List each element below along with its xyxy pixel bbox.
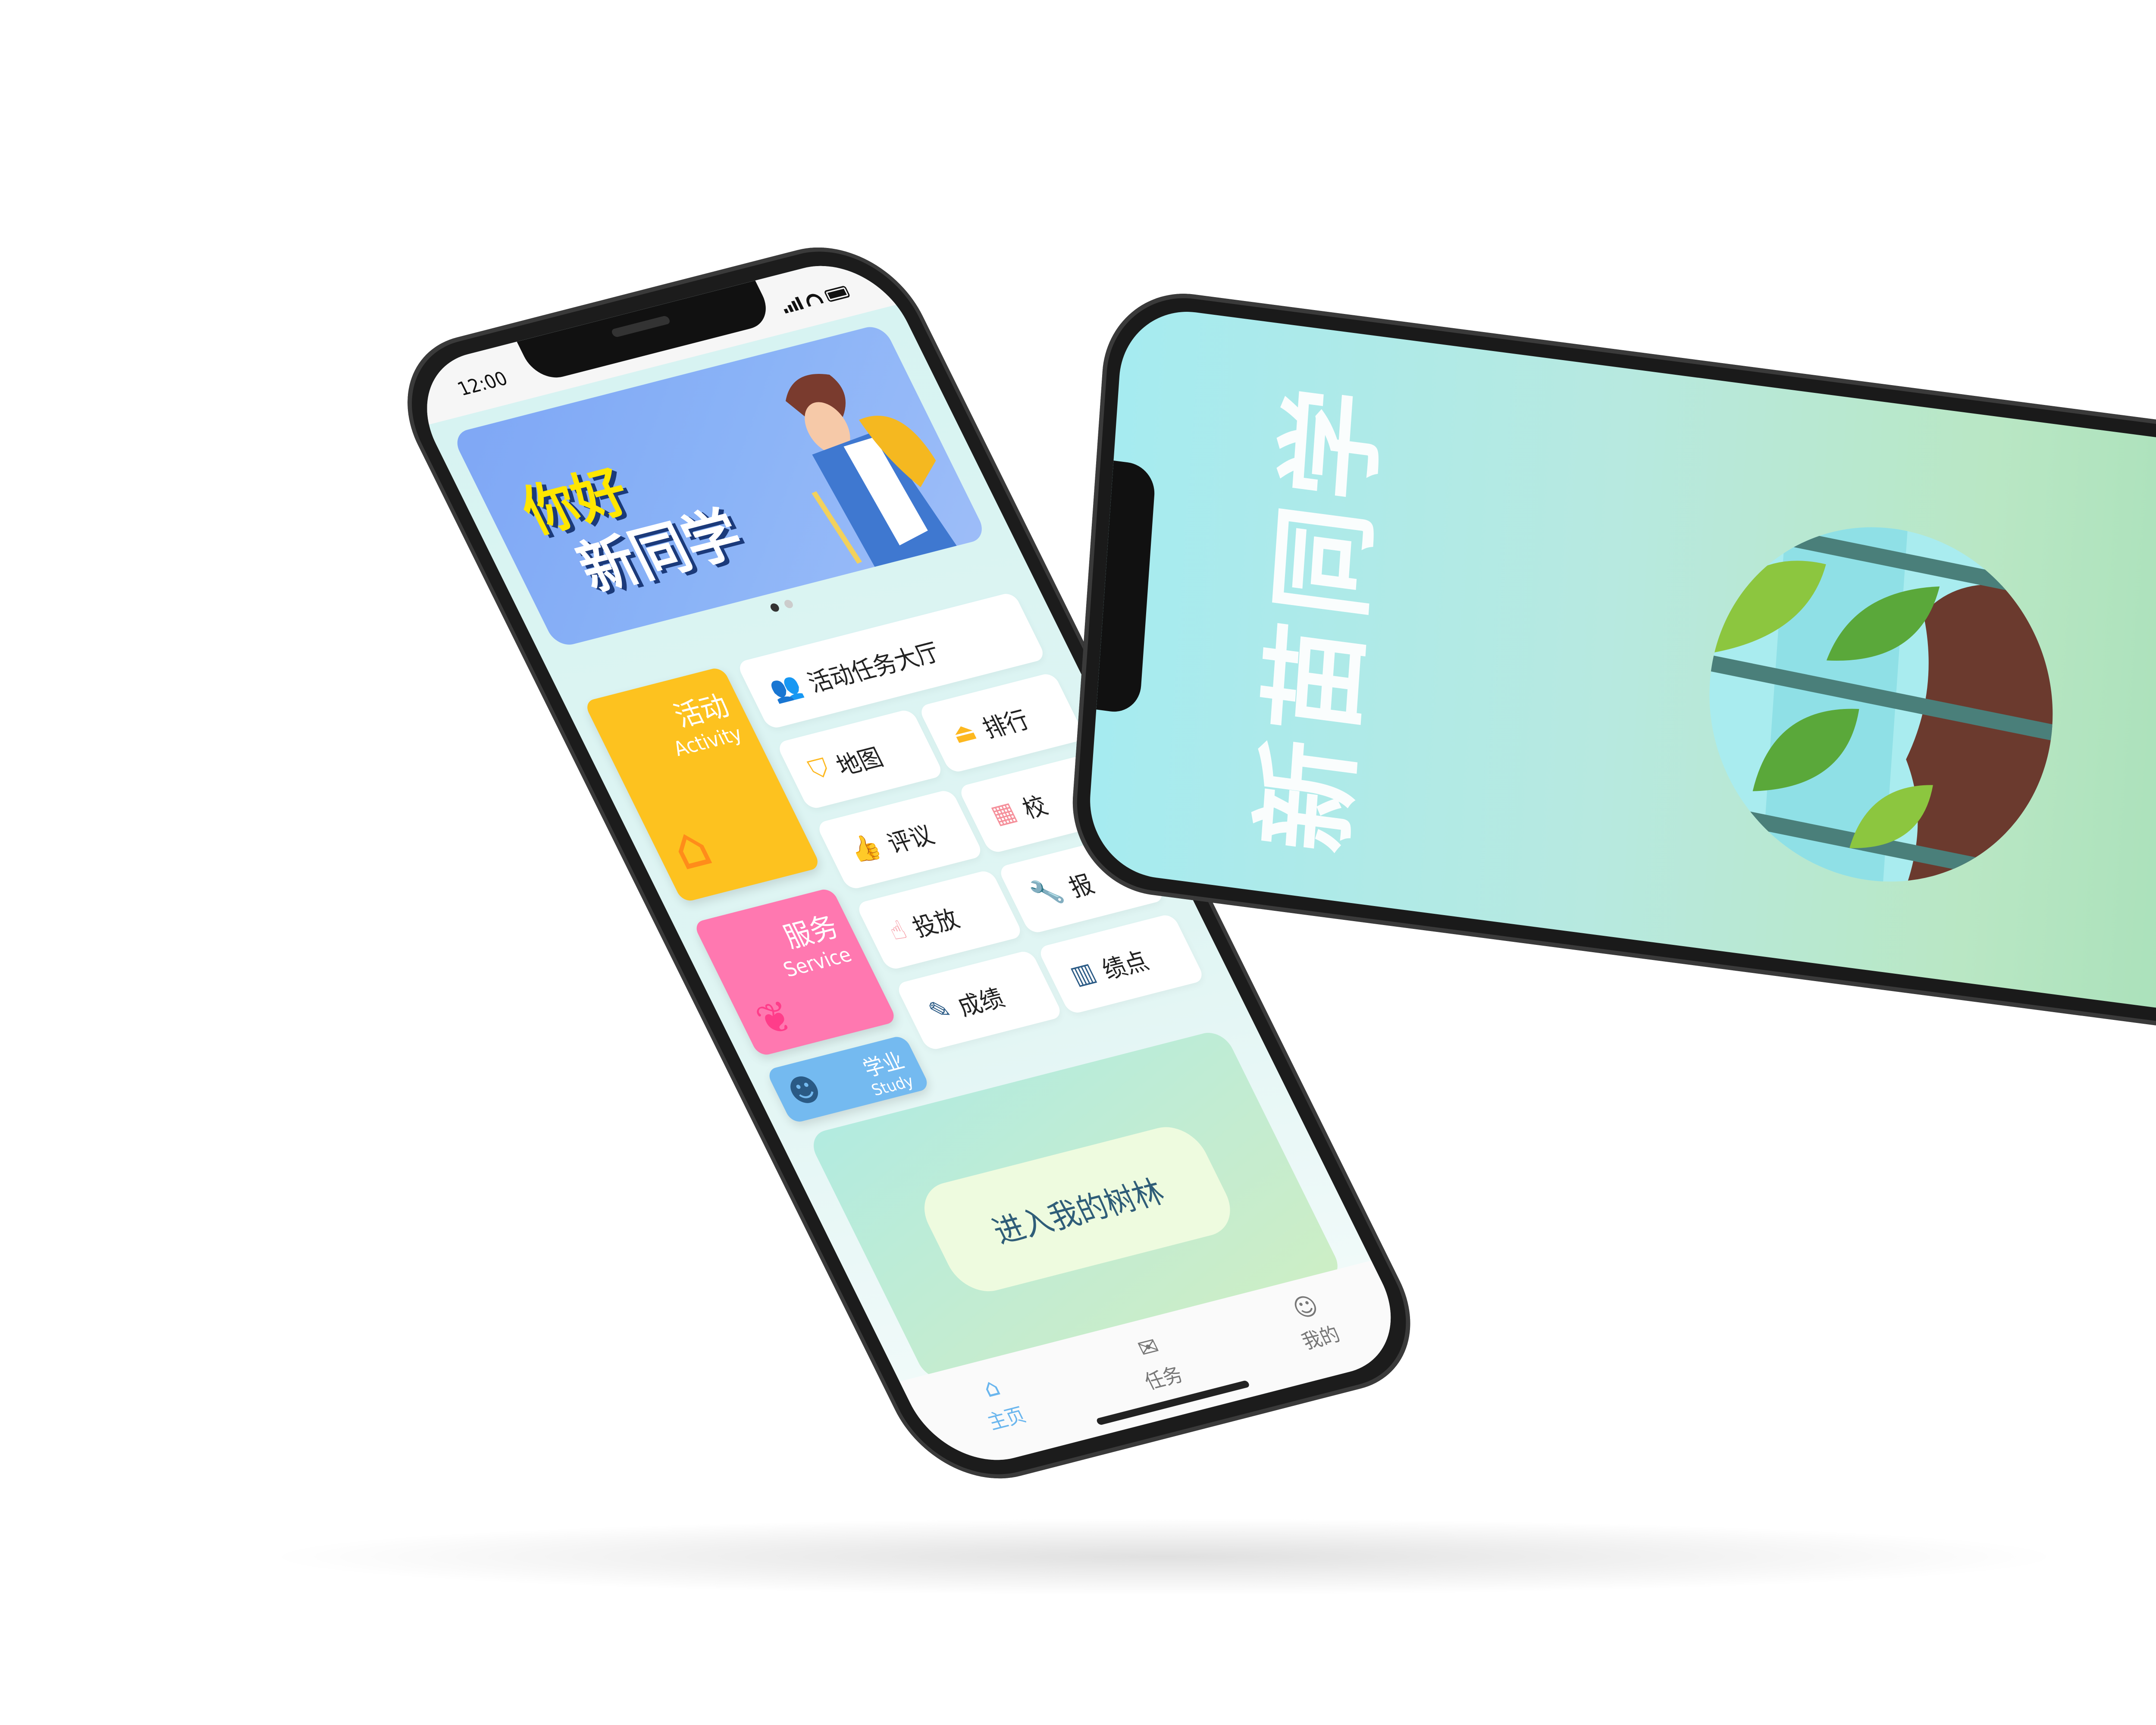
enter-forest-button[interactable]: 进入我的树林 bbox=[912, 1120, 1243, 1298]
wifi-icon bbox=[803, 292, 824, 307]
nav-label: 我的 bbox=[1297, 1322, 1344, 1354]
battery-icon bbox=[823, 285, 851, 302]
item-map[interactable]: ⛉ 地图 bbox=[776, 708, 945, 810]
student-illustration bbox=[785, 374, 957, 567]
nav-home[interactable]: ⌂ 主页 bbox=[967, 1370, 1042, 1459]
item-label: 投放 bbox=[908, 904, 964, 943]
mail-icon: ✉ bbox=[1133, 1332, 1165, 1364]
app-logo bbox=[1698, 506, 2065, 903]
hand-pointer-icon: ☝ bbox=[884, 915, 912, 947]
pencil-icon: ✎ bbox=[924, 994, 956, 1027]
item-label: 排行 bbox=[978, 706, 1034, 743]
signal-icon bbox=[780, 297, 804, 314]
home-icon: ⌂ bbox=[978, 1373, 1005, 1404]
thumbs-up-icon: 👍 bbox=[844, 831, 887, 866]
lotus-icon: ❦ bbox=[747, 991, 802, 1047]
wrench-icon: 🔧 bbox=[1026, 875, 1068, 910]
page-dot[interactable] bbox=[783, 599, 795, 609]
notch bbox=[1096, 460, 1156, 715]
people-icon: 👥 bbox=[765, 671, 807, 706]
nav-label: 主页 bbox=[983, 1403, 1030, 1434]
splash-screen: 新苗同学 bbox=[1085, 303, 2156, 1031]
phones-shadow bbox=[259, 1518, 2070, 1596]
bar-chart-icon: ▥ bbox=[1065, 957, 1101, 991]
calendar-icon: ▦ bbox=[986, 797, 1022, 830]
item-label: 地图 bbox=[831, 743, 888, 781]
item-review[interactable]: 👍 评议 bbox=[815, 788, 984, 891]
item-label: 活动任务大厅 bbox=[803, 638, 945, 698]
item-label: 成绩 bbox=[953, 984, 1009, 1022]
item-deliver[interactable]: ☝ 投放 bbox=[855, 869, 1024, 971]
user-icon: ☺ bbox=[1288, 1291, 1324, 1324]
nav-mine[interactable]: ☺ 我的 bbox=[1282, 1289, 1357, 1379]
item-label: 绩点 bbox=[1097, 947, 1153, 985]
speaker bbox=[610, 315, 671, 338]
item-label: 校 bbox=[1018, 791, 1053, 824]
item-label: 评议 bbox=[882, 820, 939, 859]
podium-icon: ⏏ bbox=[946, 716, 981, 750]
item-ranking[interactable]: ⏏ 排行 bbox=[918, 672, 1087, 774]
right-phone: 新苗同学 bbox=[1067, 283, 2156, 1051]
status-time: 12:00 bbox=[454, 368, 512, 401]
map-pin-icon: ⛉ bbox=[804, 753, 835, 785]
item-grades[interactable]: ✎ 成绩 bbox=[895, 949, 1064, 1051]
nav-label: 任务 bbox=[1141, 1362, 1187, 1394]
app-name: 新苗同学 bbox=[1243, 374, 1400, 859]
item-label: 报 bbox=[1064, 870, 1099, 903]
item-gpa[interactable]: ▥ 绩点 bbox=[1037, 913, 1206, 1015]
house-icon: ⌂ bbox=[659, 812, 722, 883]
page-dot-active[interactable] bbox=[769, 602, 781, 613]
